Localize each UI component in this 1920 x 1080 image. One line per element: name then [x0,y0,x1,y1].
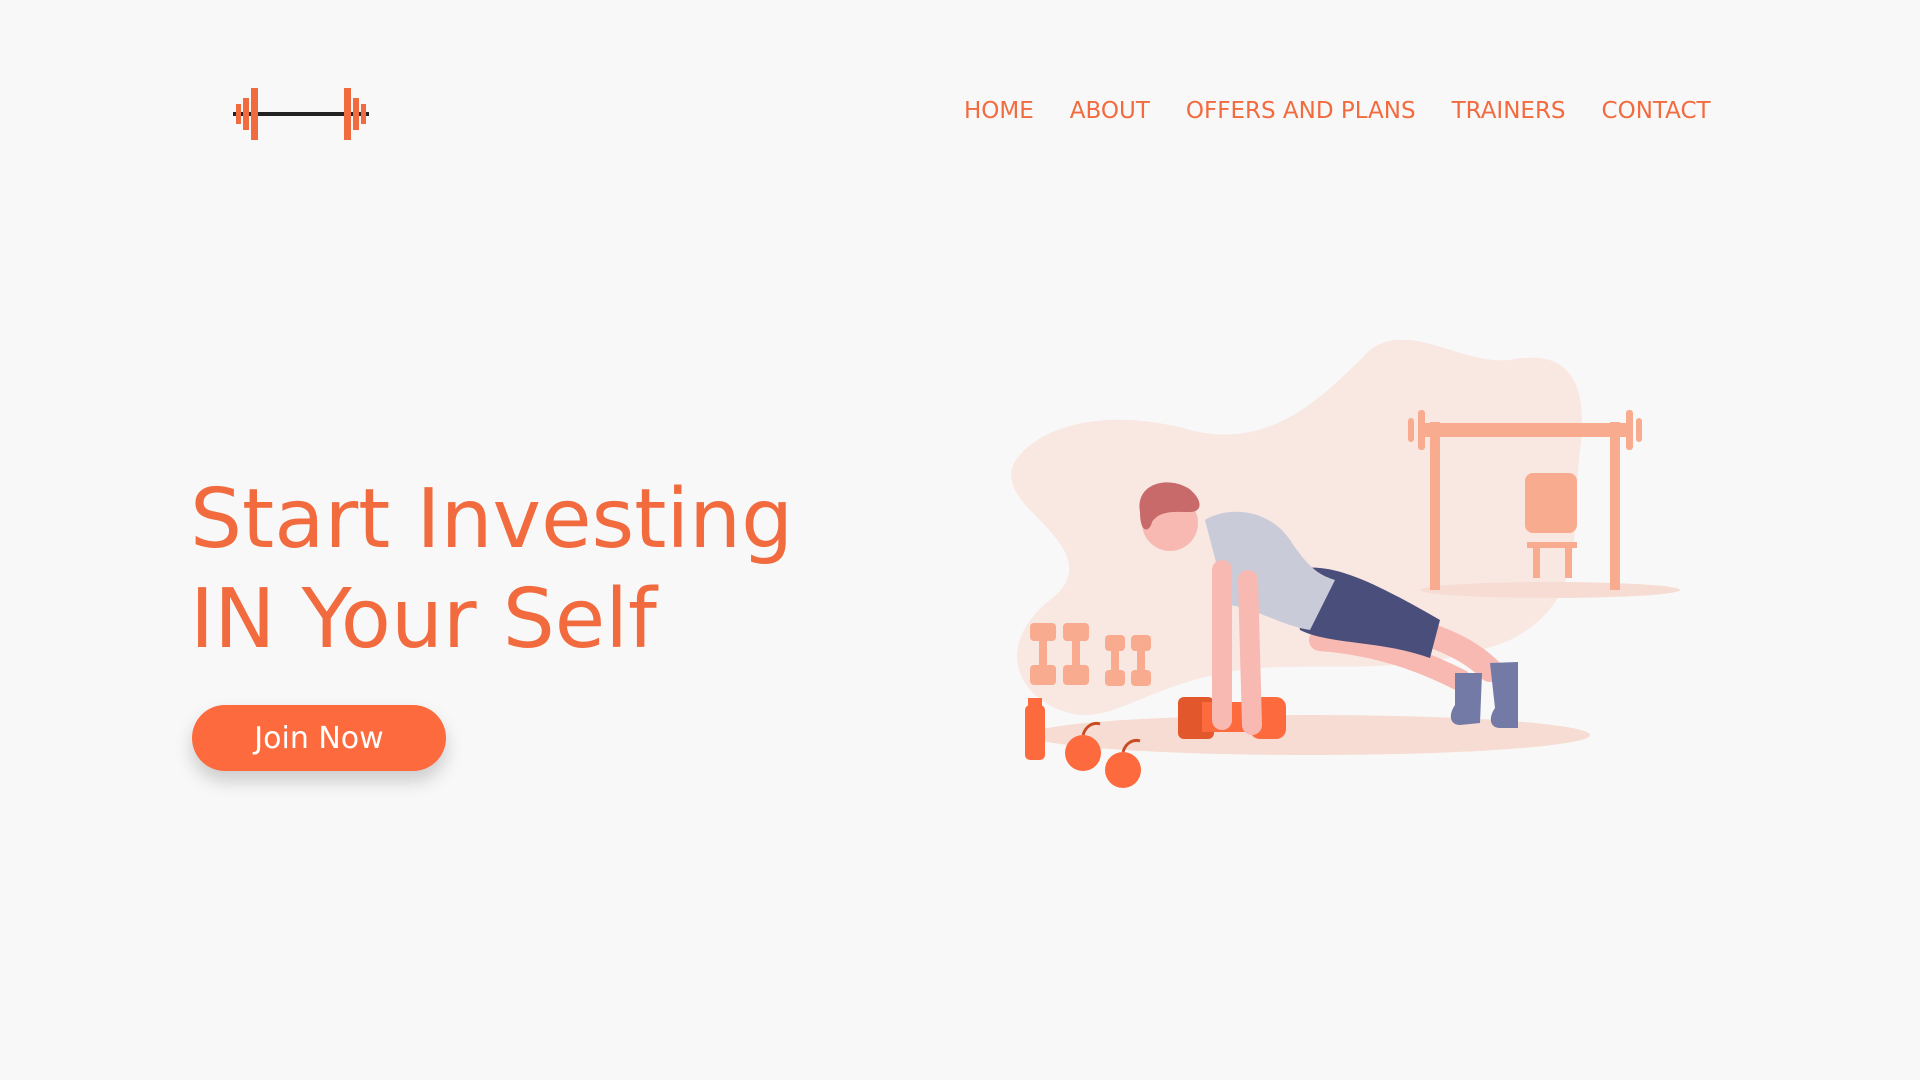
join-now-button[interactable]: Join Now [192,705,446,771]
nav-contact-link[interactable]: CONTACT [1602,98,1711,124]
person-doing-pushups-illustration [1011,340,1680,788]
nav-about-link[interactable]: ABOUT [1070,98,1150,124]
hero-title-line2: IN Your Self [190,572,657,667]
nav-trainers-link[interactable]: TRAINERS [1452,98,1566,124]
landing-page: HOME ABOUT OFFERS AND PLANS TRAINERS CON… [0,0,1920,1080]
hero-title-line1: Start Investing [190,472,794,567]
nav-home-link[interactable]: HOME [964,98,1034,124]
hero-title: Start Investing IN Your Self [190,470,793,670]
nav-offers-link[interactable]: OFFERS AND PLANS [1186,98,1416,124]
main-nav: HOME ABOUT OFFERS AND PLANS TRAINERS CON… [964,98,1711,124]
barbell-icon[interactable] [233,86,369,142]
